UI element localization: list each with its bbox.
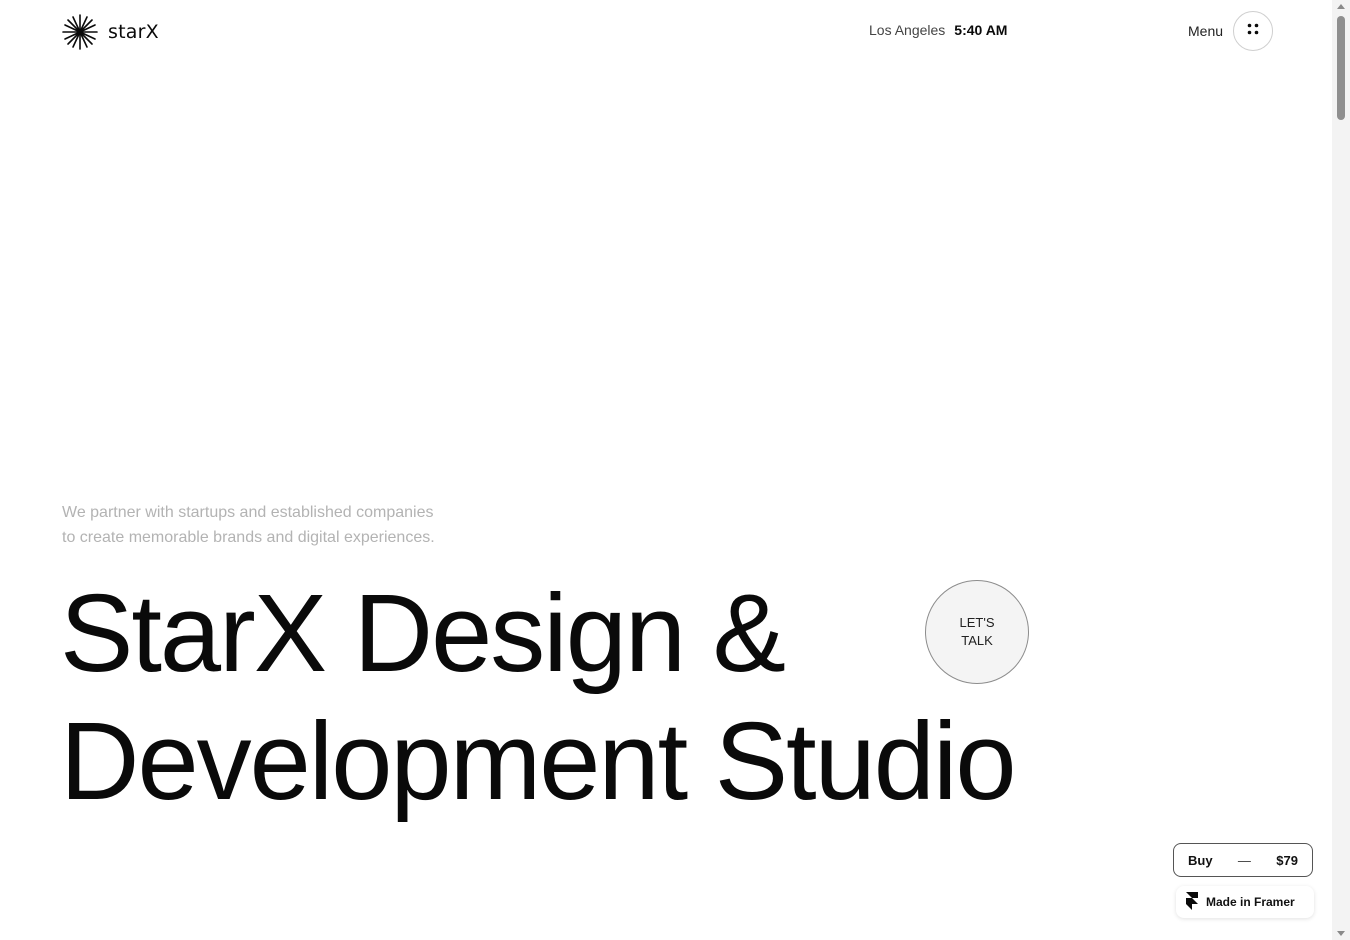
scroll-up-arrow-icon[interactable] bbox=[1337, 4, 1345, 9]
four-dots-icon bbox=[1246, 22, 1260, 41]
scrollbar-thumb[interactable] bbox=[1337, 16, 1345, 120]
scroll-down-arrow-icon[interactable] bbox=[1337, 931, 1345, 936]
hero-tagline-line: We partner with startups and established… bbox=[62, 504, 434, 521]
page: starX Los Angeles 5:40 AM Menu We partne… bbox=[0, 0, 1350, 940]
framer-badge-label: Made in Framer bbox=[1206, 895, 1295, 909]
menu-toggle[interactable]: Menu bbox=[1188, 11, 1274, 51]
hero-tagline: We partner with startups and established… bbox=[62, 500, 532, 550]
clock-city: Los Angeles bbox=[869, 22, 946, 38]
buy-label: Buy bbox=[1188, 852, 1213, 868]
menu-button[interactable] bbox=[1233, 11, 1274, 51]
hero-title: StarX Design & Development Studio bbox=[60, 570, 1210, 826]
buy-separator: — bbox=[1237, 852, 1251, 868]
buy-price: $79 bbox=[1276, 852, 1298, 868]
buy-template-button[interactable]: Buy — $79 bbox=[1173, 843, 1313, 877]
lets-talk-button[interactable]: LET'S TALK bbox=[925, 580, 1029, 684]
framer-logo-icon bbox=[1186, 891, 1198, 913]
hero-tagline-line: to create memorable brands and digital e… bbox=[62, 529, 435, 546]
hero-title-line: Development Studio bbox=[60, 700, 1017, 823]
clock-time: 5:40 AM bbox=[954, 22, 1008, 38]
menu-label: Menu bbox=[1188, 23, 1224, 39]
local-clock: Los Angeles 5:40 AM bbox=[869, 22, 1007, 38]
page-scrollbar[interactable] bbox=[1332, 0, 1350, 940]
lets-talk-label-line: LET'S bbox=[959, 615, 995, 630]
made-in-framer-badge[interactable]: Made in Framer bbox=[1176, 886, 1314, 918]
lets-talk-label-line: TALK bbox=[961, 633, 993, 648]
star-burst-icon bbox=[62, 14, 98, 50]
hero-title-line: StarX Design & bbox=[60, 572, 786, 695]
brand-name: starX bbox=[108, 21, 159, 43]
brand-logo-link[interactable]: starX bbox=[62, 14, 159, 50]
